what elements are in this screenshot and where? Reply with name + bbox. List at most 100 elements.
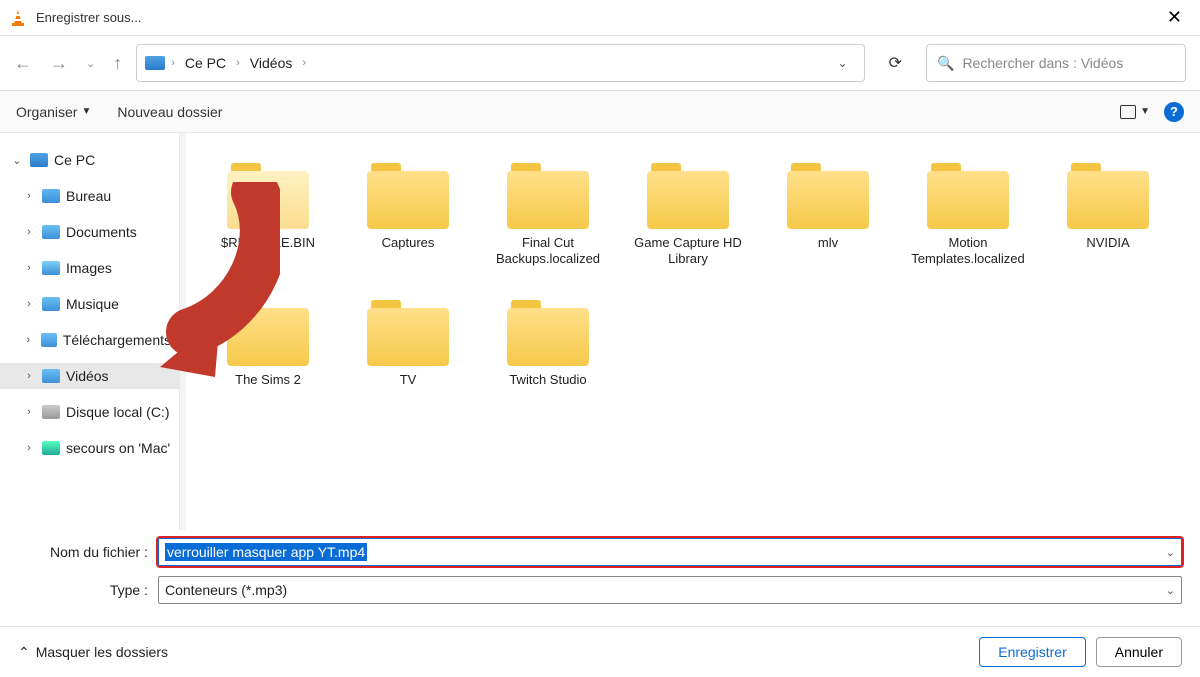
folder-icon [42,189,60,203]
vlc-app-icon [8,8,28,28]
sidebar-item-label: secours on 'Mac' [66,440,170,456]
crumb-current[interactable]: Vidéos [246,53,297,73]
chevron-right-icon: › [22,442,36,454]
chevron-right-icon: › [302,57,306,69]
folder-label: Game Capture HD Library [618,235,758,268]
folder-label: $RECYCLE.BIN [221,235,315,267]
folder-item[interactable]: The Sims 2 [198,290,338,426]
sidebar-item-disque-local-c-[interactable]: ›Disque local (C:) [0,399,179,425]
folder-grid: $RECYCLE.BIN Captures Final Cut Backups.lo… [198,153,1188,426]
folder-icon [42,297,60,311]
folder-item[interactable]: Twitch Studio [478,290,618,426]
forward-button[interactable]: → [50,53,68,74]
folder-item[interactable]: NVIDIA [1038,153,1178,290]
recent-dropdown[interactable]: ⌄ [86,57,95,70]
type-dropdown[interactable]: ⌄ [1166,584,1175,597]
organize-button[interactable]: Organiser ▼ [16,104,91,120]
chevron-right-icon: › [22,370,36,382]
sidebar-item-images[interactable]: ›Images [0,255,179,281]
search-icon: 🔍 [937,55,954,72]
folder-icon [503,296,593,366]
close-button[interactable]: ✕ [1157,3,1192,32]
breadcrumb-dropdown[interactable]: ⌄ [830,56,856,70]
folder-item[interactable]: Captures [338,153,478,290]
view-mode-button[interactable]: ▼ [1120,105,1150,119]
chevron-right-icon: › [22,334,35,346]
help-button[interactable]: ? [1164,102,1184,122]
sidebar-item-label: Bureau [66,188,111,204]
chevron-down-icon: ⌄ [10,154,24,167]
footer: ⌃ Masquer les dossiers Enregistrer Annul… [0,626,1200,677]
sidebar-item-label: Musique [66,296,119,312]
navbar: ← → ⌄ ↑ › Ce PC › Vidéos › ⌄ ⟳ 🔍 Recherc… [0,36,1200,91]
folder-label: Twitch Studio [509,372,586,404]
folder-label: Motion Templates.localized [898,235,1038,268]
folder-icon [42,225,60,239]
new-folder-button[interactable]: Nouveau dossier [117,104,222,120]
hide-folders-button[interactable]: ⌃ Masquer les dossiers [18,644,168,661]
chevron-right-icon: › [22,298,36,310]
save-button[interactable]: Enregistrer [979,637,1085,667]
window-title: Enregistrer sous... [36,10,142,25]
folder-label: TV [400,372,417,404]
pc-icon [145,56,165,70]
folder-icon [1063,159,1153,229]
folder-item[interactable]: TV [338,290,478,426]
folder-icon [643,159,733,229]
type-value: Conteneurs (*.mp3) [165,582,287,598]
chevron-right-icon: › [22,406,36,418]
folder-label: The Sims 2 [235,372,301,404]
nav-arrows: ← → ⌄ ↑ [14,53,122,74]
folder-label: Captures [382,235,435,267]
filename-dropdown[interactable]: ⌄ [1166,546,1175,559]
folder-icon [363,296,453,366]
chevron-right-icon: › [22,226,36,238]
type-select[interactable]: Conteneurs (*.mp3) ⌄ [158,576,1182,604]
sidebar-root-ce-pc[interactable]: ⌄ Ce PC [0,147,179,173]
folder-item[interactable]: Game Capture HD Library [618,153,758,290]
folder-icon [363,159,453,229]
filename-input[interactable]: verrouiller masquer app YT.mp4 ⌄ [158,538,1182,566]
folder-icon [783,159,873,229]
layout-icon [1120,105,1136,119]
sidebar-item-bureau[interactable]: › Bureau [0,183,179,209]
breadcrumb[interactable]: › Ce PC › Vidéos › ⌄ [136,44,864,82]
folder-item[interactable]: $RECYCLE.BIN [198,153,338,290]
filename-label: Nom du fichier : [18,544,158,560]
back-button[interactable]: ← [14,53,32,74]
up-button[interactable]: ↑ [113,53,122,74]
monitor-icon [30,153,48,167]
sidebar-item-label: Téléchargements [63,332,171,348]
folder-icon [41,333,57,347]
folder-icon [42,405,60,419]
crumb-root[interactable]: Ce PC [181,53,230,73]
folder-icon [42,261,60,275]
cancel-button[interactable]: Annuler [1096,637,1182,667]
chevron-right-icon: › [236,57,240,69]
folder-label: Final Cut Backups.localized [478,235,618,268]
sidebar-item-documents[interactable]: › Documents [0,219,179,245]
sidebar-item-label: Documents [66,224,137,240]
refresh-button[interactable]: ⟳ [879,53,912,73]
sidebar-item-musique[interactable]: › Musique [0,291,179,317]
titlebar: Enregistrer sous... ✕ [0,0,1200,36]
folder-item[interactable]: Final Cut Backups.localized [478,153,618,290]
save-fields: Nom du fichier : verrouiller masquer app… [0,530,1200,626]
filename-value: verrouiller masquer app YT.mp4 [165,543,367,561]
type-label: Type : [18,582,158,598]
chevron-right-icon: › [22,262,36,274]
folder-icon [503,159,593,229]
folder-item[interactable]: Motion Templates.localized [898,153,1038,290]
sidebar-item-t-l-chargements[interactable]: › Téléchargements [0,327,179,353]
sidebar: ⌄ Ce PC ›Bureau›Documents›Images›Musique… [0,133,180,530]
chevron-right-icon: › [171,57,175,69]
folder-label: NVIDIA [1086,235,1129,267]
search-placeholder: Rechercher dans : Vidéos [962,55,1123,71]
folder-label: mlv [818,235,838,267]
chevron-right-icon: › [22,190,36,202]
folder-item[interactable]: mlv [758,153,898,290]
sidebar-item-secours-on-mac-[interactable]: › secours on 'Mac' [0,435,179,461]
sidebar-item-vid-os[interactable]: ›Vidéos [0,363,179,389]
search-box[interactable]: 🔍 Rechercher dans : Vidéos [926,44,1186,82]
folder-icon [223,159,313,229]
